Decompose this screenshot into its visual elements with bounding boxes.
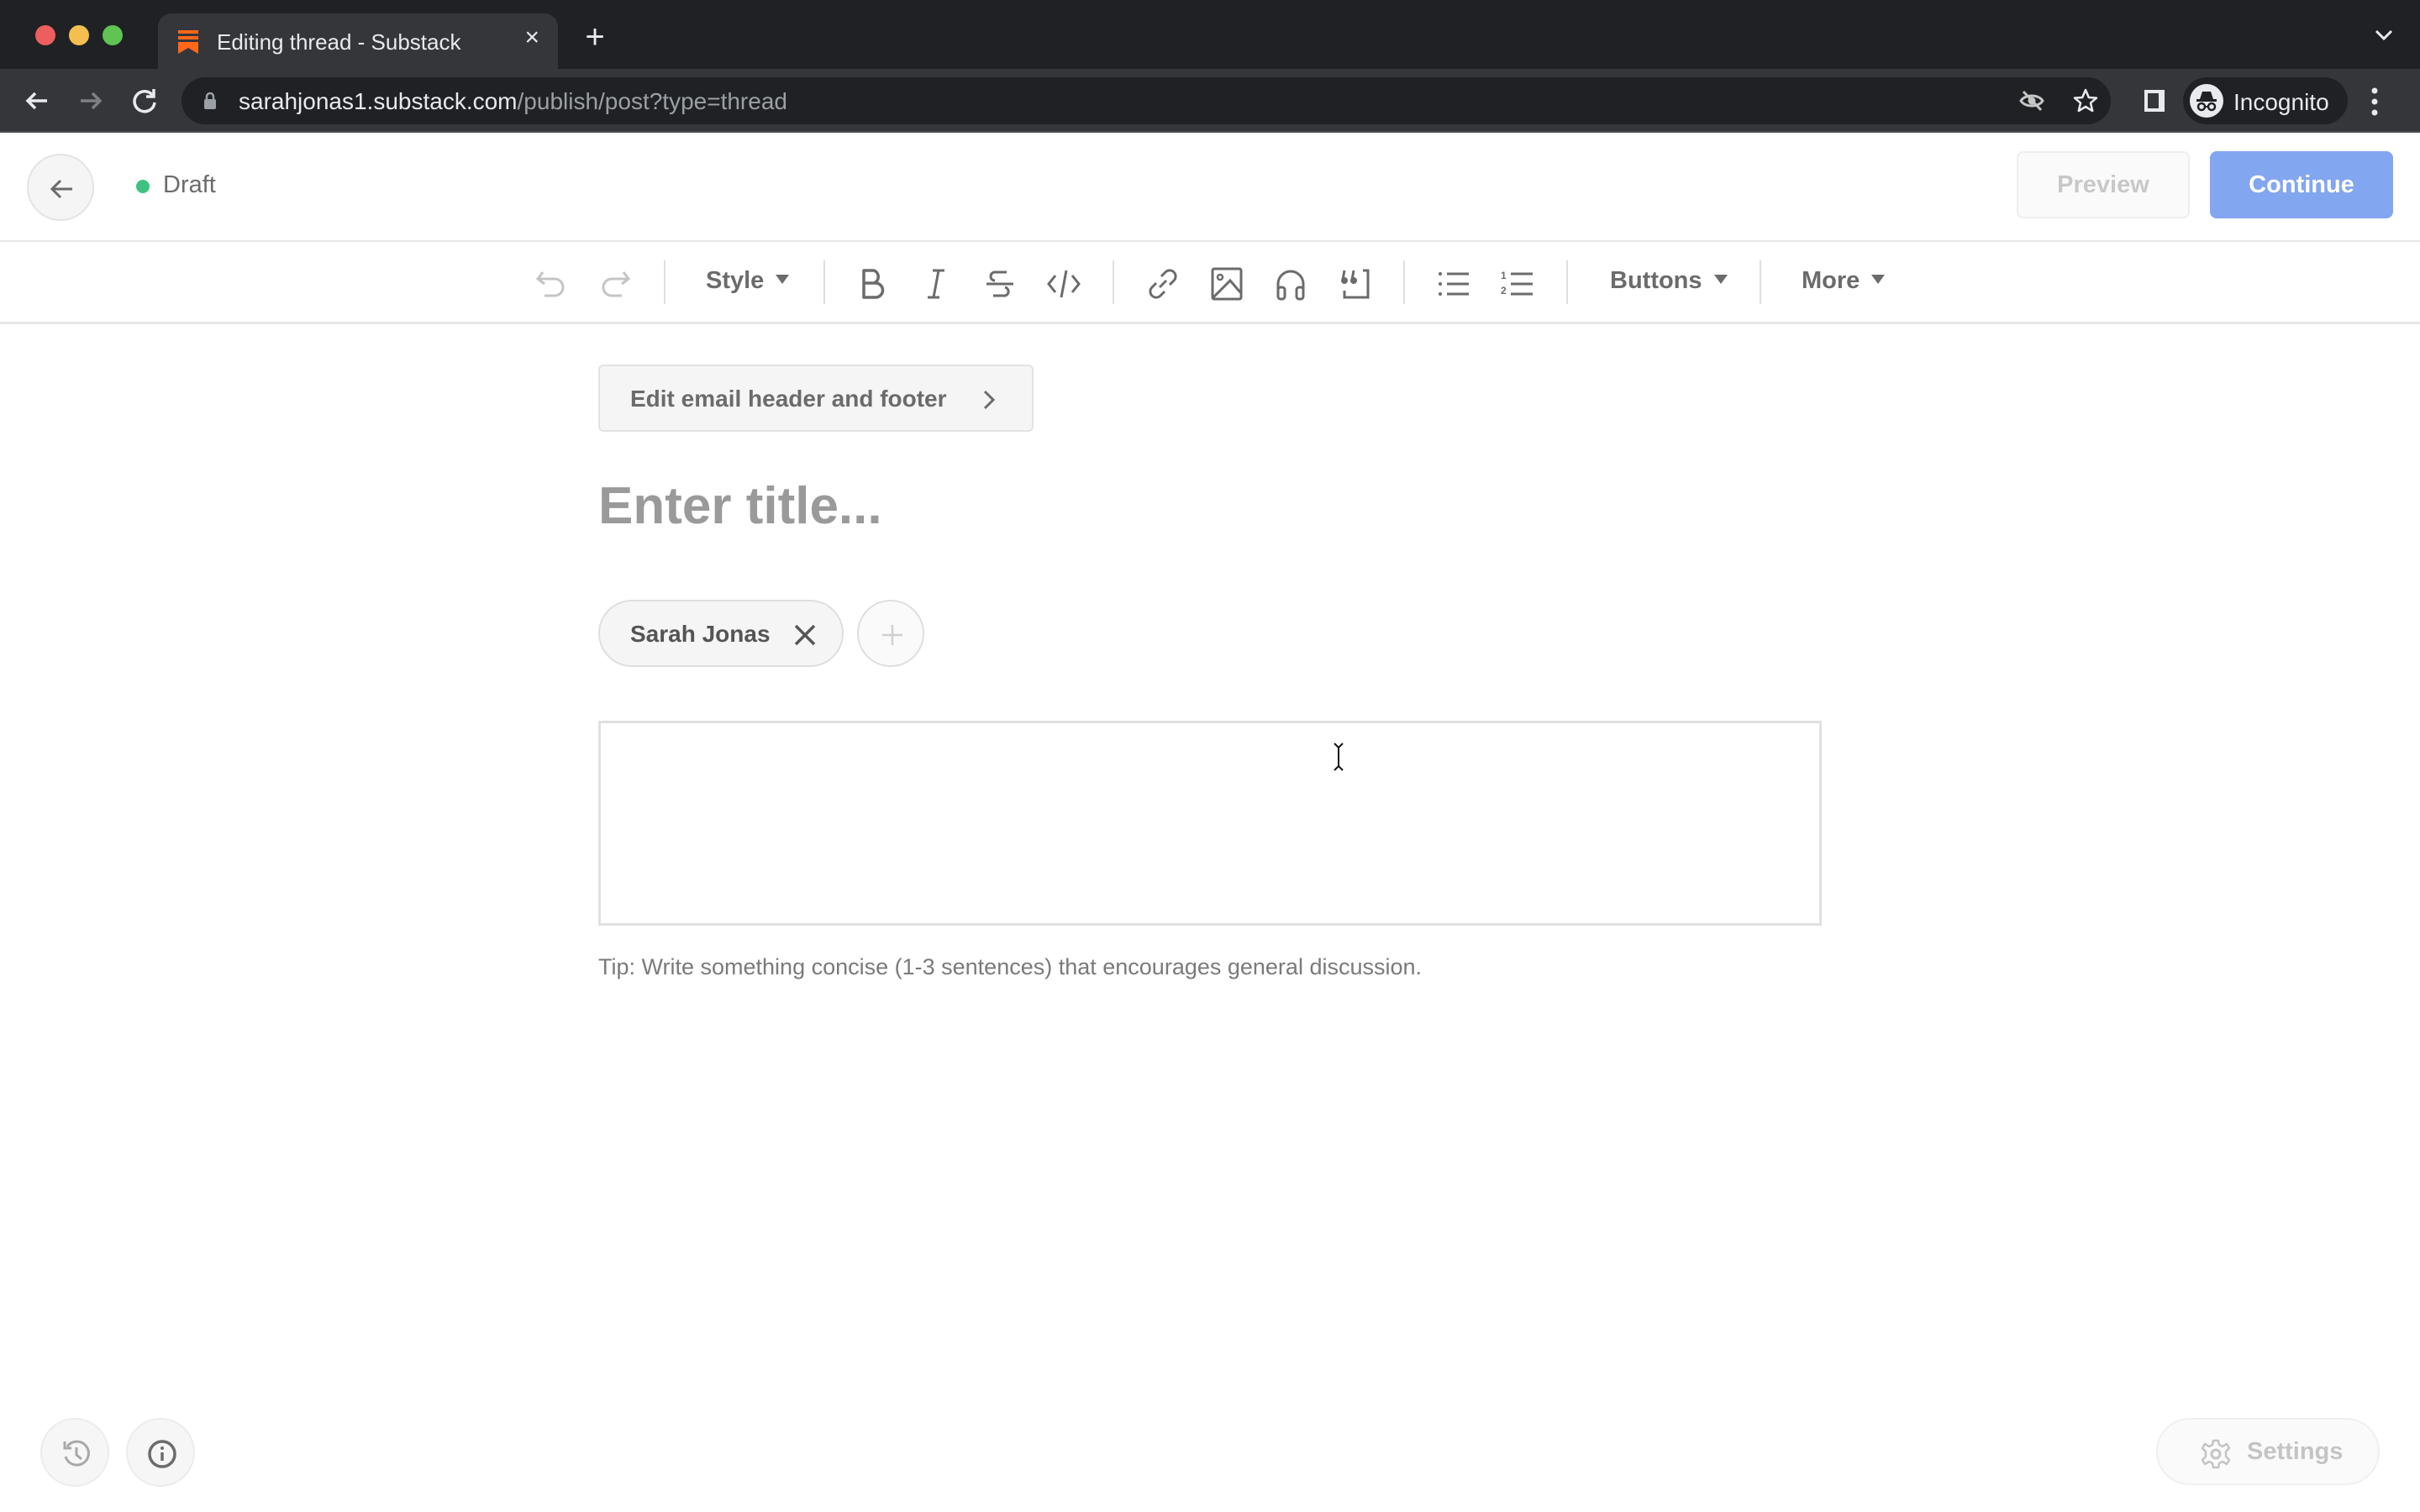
caret-down-icon <box>1713 274 1728 284</box>
back-button[interactable] <box>27 154 94 221</box>
new-tab-button[interactable]: + <box>578 20 612 55</box>
gear-icon <box>2201 1439 2231 1469</box>
browser-menu-icon[interactable] <box>2370 87 2380 116</box>
title-input[interactable] <box>598 472 1822 539</box>
url-text: sarahjonas1.substack.com/publish/post?ty… <box>239 88 787 115</box>
tab-search-chevron-icon[interactable] <box>2373 27 2395 44</box>
more-dropdown[interactable]: More <box>1802 267 1886 295</box>
window-minimize-button[interactable] <box>69 25 89 45</box>
incognito-label: Incognito <box>2233 89 2329 115</box>
toolbar-divider <box>664 260 666 304</box>
remove-author-icon[interactable] <box>792 622 818 648</box>
address-bar[interactable]: sarahjonas1.substack.com/publish/post?ty… <box>182 77 2111 124</box>
browser-tab-bar: Editing thread - Substack × + <box>0 0 2420 69</box>
plus-icon <box>882 625 902 645</box>
thread-body-editor[interactable] <box>598 721 1822 926</box>
author-name: Sarah Jonas <box>630 621 771 647</box>
url-host: sarahjonas1.substack.com <box>239 88 518 114</box>
edit-email-header-footer-button[interactable]: Edit email header and footer <box>598 365 1034 432</box>
tab-close-icon[interactable]: × <box>524 25 539 50</box>
image-icon[interactable] <box>1208 265 1245 302</box>
quote-icon[interactable] <box>1336 265 1373 302</box>
toolbar-divider <box>1113 260 1114 304</box>
toolbar-divider <box>1760 260 1761 304</box>
bold-icon[interactable] <box>854 265 891 302</box>
substack-favicon-icon <box>178 30 198 54</box>
more-dropdown-label: More <box>1802 267 1860 294</box>
browser-forward-icon[interactable] <box>74 84 108 118</box>
buttons-dropdown[interactable]: Buttons <box>1610 267 1728 295</box>
link-icon[interactable] <box>1144 265 1181 302</box>
settings-button[interactable]: Settings <box>2156 1418 2380 1485</box>
lock-icon <box>204 92 216 109</box>
browser-back-icon[interactable] <box>20 84 54 118</box>
status-dot <box>136 180 150 193</box>
strikethrough-icon[interactable] <box>981 265 1018 302</box>
eye-off-icon[interactable] <box>2018 87 2045 114</box>
redo-icon[interactable] <box>597 265 634 302</box>
caret-down-icon <box>1871 274 1886 284</box>
status-badge: Draft <box>163 171 216 198</box>
style-dropdown[interactable]: Style <box>706 267 790 295</box>
history-icon <box>63 1440 90 1467</box>
svg-text:2: 2 <box>1501 285 1507 297</box>
buttons-dropdown-label: Buttons <box>1610 267 1702 294</box>
bullet-list-icon[interactable] <box>1435 265 1472 302</box>
undo-icon[interactable] <box>533 265 570 302</box>
add-author-button[interactable] <box>857 600 924 667</box>
tip-text: Tip: Write something concise (1-3 senten… <box>598 954 1423 979</box>
author-chip: Sarah Jonas <box>598 600 844 667</box>
url-path: /publish/post?type=thread <box>517 88 787 114</box>
info-icon <box>148 1440 176 1468</box>
toolbar-divider <box>1403 260 1405 304</box>
editor-header: Draft Preview Continue <box>0 133 2420 242</box>
code-icon[interactable] <box>1045 265 1082 302</box>
browser-reload-icon[interactable] <box>128 84 161 118</box>
text-cursor-icon <box>1334 743 1344 771</box>
incognito-icon <box>2190 84 2223 118</box>
arrow-left-icon <box>50 179 72 199</box>
svg-text:1: 1 <box>1501 270 1507 281</box>
edit-email-header-footer-label: Edit email header and footer <box>630 386 947 412</box>
settings-label: Settings <box>2247 1438 2344 1465</box>
numbered-list-icon[interactable]: 1 2 <box>1499 265 1536 302</box>
bookmark-star-icon[interactable] <box>2072 87 2099 114</box>
formatting-toolbar: Style 1 2 Buttons More <box>0 242 2420 324</box>
version-history-button[interactable] <box>40 1418 109 1487</box>
incognito-profile-button[interactable]: Incognito <box>2183 77 2348 124</box>
window-close-button[interactable] <box>35 25 55 45</box>
browser-tab-active[interactable]: Editing thread - Substack × <box>158 13 558 69</box>
browser-toolbar: sarahjonas1.substack.com/publish/post?ty… <box>0 69 2420 133</box>
continue-button[interactable]: Continue <box>2210 151 2393 218</box>
italic-icon[interactable] <box>918 265 955 302</box>
preview-button[interactable]: Preview <box>2017 151 2190 218</box>
info-button[interactable] <box>126 1418 195 1487</box>
style-dropdown-label: Style <box>706 267 765 294</box>
chevron-right-icon <box>983 390 996 410</box>
window-zoom-button[interactable] <box>103 25 123 45</box>
toolbar-divider <box>823 260 825 304</box>
side-panel-icon[interactable] <box>2141 87 2168 114</box>
caret-down-icon <box>776 274 790 284</box>
audio-icon[interactable] <box>1272 265 1309 302</box>
tab-title: Editing thread - Substack <box>217 29 461 55</box>
toolbar-divider <box>1566 260 1568 304</box>
